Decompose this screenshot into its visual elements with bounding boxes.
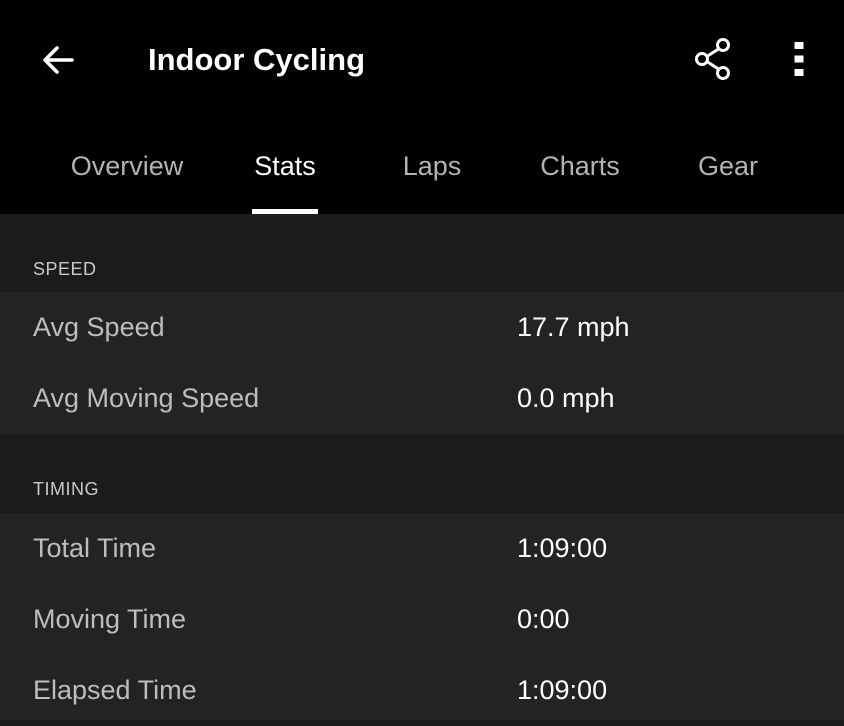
stat-row-moving-time: Moving Time 0:00: [0, 584, 844, 655]
page-title: Indoor Cycling: [148, 42, 365, 77]
stat-label: Moving Time: [33, 604, 187, 634]
more-options-button[interactable]: [774, 32, 824, 86]
share-icon: [695, 38, 730, 80]
back-button[interactable]: [30, 38, 86, 82]
stat-row-avg-moving-speed: Avg Moving Speed 0.0 mph: [0, 363, 844, 434]
stat-label: Avg Moving Speed: [33, 383, 260, 413]
share-button[interactable]: [686, 32, 740, 86]
stat-row-total-time: Total Time 1:09:00: [0, 513, 844, 584]
app-bar: Indoor Cycling: [0, 0, 844, 120]
stat-value: 0:00: [517, 604, 570, 634]
stat-row-avg-speed: Avg Speed 17.7 mph: [0, 292, 844, 363]
section-timing: Total Time 1:09:00 Moving Time 0:00 Elap…: [0, 513, 844, 720]
arrow-left-icon: [43, 46, 74, 74]
section-header-speed: SPEED: [0, 214, 844, 292]
section-title-timing: TIMING: [33, 479, 99, 499]
stat-label: Elapsed Time: [33, 675, 197, 705]
stat-label: Total Time: [33, 533, 157, 563]
stat-value: 0.0 mph: [517, 383, 615, 413]
tab-charts[interactable]: Charts: [520, 146, 640, 186]
section-header-timing: TIMING: [0, 434, 844, 512]
more-vert-icon: [794, 42, 804, 76]
section-speed: Avg Speed 17.7 mph Avg Moving Speed 0.0 …: [0, 292, 844, 434]
stat-label: Avg Speed: [33, 312, 165, 342]
stat-value: 1:09:00: [517, 533, 608, 563]
tab-gear[interactable]: Gear: [678, 146, 778, 186]
tab-overview[interactable]: Overview: [56, 146, 198, 186]
stat-value: 17.7 mph: [517, 312, 630, 342]
section-title-speed: SPEED: [33, 259, 97, 279]
tab-bar: Overview Stats Laps Charts Gear: [0, 120, 844, 214]
stat-row-elapsed-time: Elapsed Time 1:09:00: [0, 655, 844, 726]
tab-stats[interactable]: Stats: [225, 146, 345, 186]
tab-laps[interactable]: Laps: [380, 146, 484, 186]
stat-value: 1:09:00: [517, 675, 608, 705]
